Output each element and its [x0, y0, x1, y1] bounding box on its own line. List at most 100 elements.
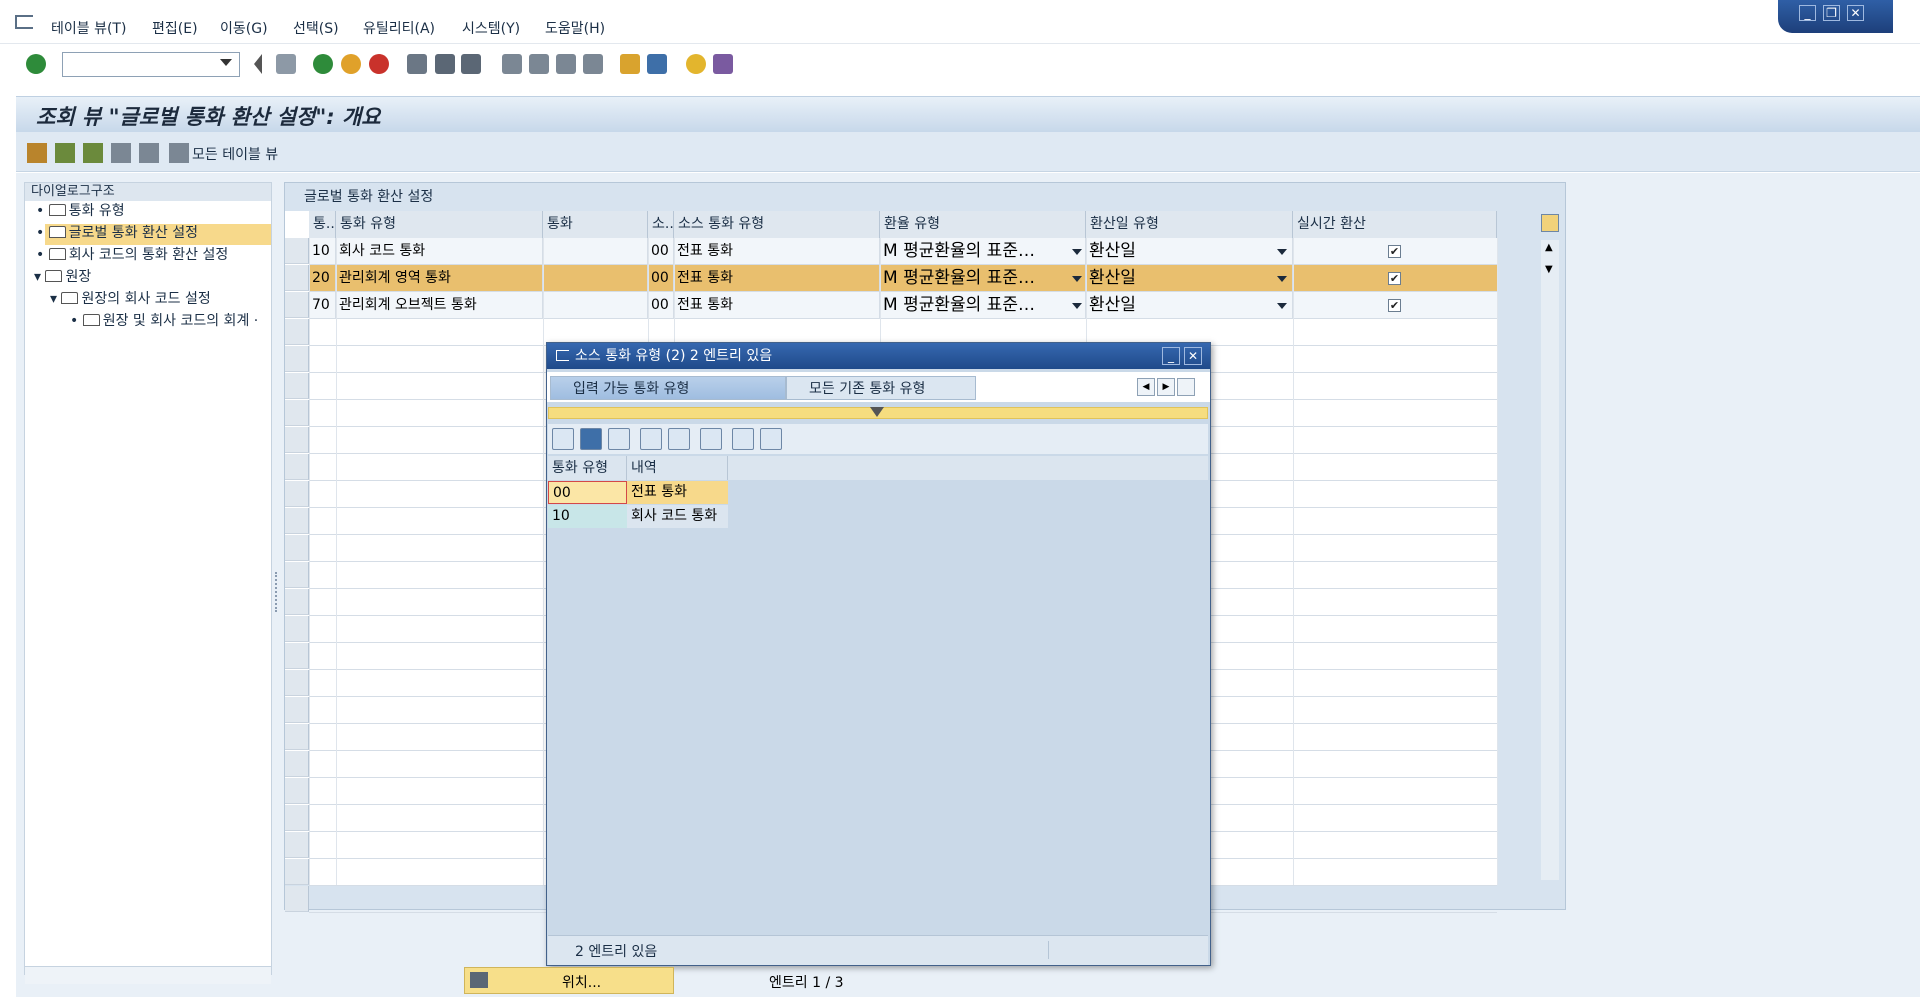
dialog-cell-desc-0[interactable]: 전표 통화 [627, 481, 728, 504]
tree-item-ledger[interactable]: ▾ 원장 [34, 267, 91, 287]
row-selector[interactable] [285, 535, 309, 561]
menu-table-view[interactable]: 테이블 뷰(T) [51, 18, 126, 38]
menu-goto[interactable]: 이동(G) [220, 18, 268, 38]
menu-edit[interactable]: 편집(E) [152, 18, 198, 38]
tree-item-company-conversion[interactable]: • 회사 코드의 통화 환산 설정 [36, 245, 228, 265]
table-cell-date[interactable]: 환산일 [1086, 265, 1293, 292]
deselect-all-icon[interactable] [111, 143, 131, 163]
back-icon[interactable] [313, 54, 333, 74]
row-selector[interactable] [285, 562, 309, 588]
tree-item-ledger-company[interactable]: ▾ 원장의 회사 코드 설정 [50, 289, 211, 309]
all-tables-icon[interactable] [169, 143, 189, 163]
col-header-currency-type[interactable]: 통화 유형 [336, 211, 543, 238]
dialog-col-description[interactable]: 내역 [627, 456, 728, 480]
menu-system[interactable]: 시스템(Y) [462, 18, 520, 38]
cancel-icon[interactable] [369, 54, 389, 74]
scroll-up-icon[interactable]: ▲ [1545, 242, 1553, 253]
menu-utilities[interactable]: 유틸리티(A) [363, 18, 435, 38]
select-all-icon[interactable] [55, 143, 75, 163]
row-selector[interactable] [285, 778, 309, 804]
command-dropdown-icon[interactable] [220, 59, 232, 66]
col-header-source-type[interactable]: 소스 통화 유형 [674, 211, 880, 238]
realtime-checkbox[interactable]: ✔ [1388, 299, 1401, 312]
row-selector[interactable] [285, 346, 309, 372]
command-field[interactable] [62, 52, 240, 77]
dialog-export-icon[interactable] [700, 428, 722, 450]
row-selector[interactable] [285, 832, 309, 858]
col-header-code[interactable]: 통.. [309, 211, 336, 238]
row-selector[interactable] [285, 319, 309, 345]
table-cell-date[interactable]: 환산일 [1086, 238, 1293, 265]
realtime-checkbox[interactable]: ✔ [1388, 272, 1401, 285]
table-settings-icon[interactable] [1541, 214, 1559, 232]
display-change-icon[interactable] [27, 143, 47, 163]
next-page-icon[interactable] [556, 54, 576, 74]
row-selector[interactable] [285, 373, 309, 399]
back-arrow-icon[interactable] [250, 54, 262, 74]
table-cell-rate[interactable]: M 평균환율의 표준… [880, 292, 1086, 319]
scroll-down-icon[interactable]: ▼ [1545, 264, 1553, 275]
last-page-icon[interactable] [583, 54, 603, 74]
rate-dropdown-icon[interactable] [1072, 249, 1082, 255]
position-icon[interactable] [470, 972, 488, 988]
row-selector[interactable] [285, 697, 309, 723]
row-selector[interactable] [285, 427, 309, 453]
dialog-confirm-icon[interactable] [552, 428, 574, 450]
row-selector[interactable] [285, 508, 309, 534]
exit-icon[interactable] [341, 54, 361, 74]
select-block-icon[interactable] [83, 143, 103, 163]
table-vertical-scrollbar[interactable] [1541, 240, 1559, 880]
tree-item-global-conversion[interactable]: • 글로벌 통화 환산 설정 [36, 223, 198, 243]
row-selector[interactable] [285, 859, 309, 885]
table-horizontal-scrollbar[interactable] [1497, 885, 1557, 905]
row-selector[interactable] [285, 238, 309, 264]
tab-all-currency-types[interactable]: 모든 기존 통화 유형 [786, 376, 976, 400]
variant-icon[interactable] [139, 143, 159, 163]
menu-exit-icon[interactable] [15, 15, 33, 29]
find-next-icon[interactable] [461, 54, 481, 74]
dialog-new-icon[interactable] [608, 428, 630, 450]
layout-menu-icon[interactable] [713, 54, 733, 74]
create-session-icon[interactable] [620, 54, 640, 74]
row-selector[interactable] [285, 400, 309, 426]
dialog-minimize-icon[interactable]: _ [1162, 347, 1180, 365]
splitter-handle[interactable] [275, 572, 279, 612]
col-header-date-type[interactable]: 환산일 유형 [1086, 211, 1293, 238]
tree-item-ledger-company-accounting[interactable]: • 원장 및 회사 코드의 회계 · [70, 311, 271, 331]
print-icon[interactable] [407, 54, 427, 74]
tab-list-icon[interactable] [1177, 378, 1195, 396]
previous-page-icon[interactable] [529, 54, 549, 74]
dialog-col-currency-type[interactable]: 통화 유형 [548, 456, 627, 480]
minimize-icon[interactable]: _ [1799, 5, 1816, 21]
tree-horizontal-scrollbar[interactable] [25, 966, 271, 984]
table-cell-rate[interactable]: M 평균환율의 표준… [880, 265, 1086, 292]
row-selector[interactable] [285, 292, 309, 318]
shortcut-icon[interactable] [647, 54, 667, 74]
all-table-views-button[interactable]: 모든 테이블 뷰 [192, 144, 278, 164]
row-selector[interactable] [285, 670, 309, 696]
dialog-cell-desc-1[interactable]: 회사 코드 통화 [627, 505, 728, 528]
row-selector[interactable] [285, 589, 309, 615]
dialog-settings-icon[interactable] [732, 428, 754, 450]
row-selector[interactable] [285, 751, 309, 777]
tab-right-icon[interactable]: ▶ [1157, 378, 1175, 396]
dialog-cell-code-1[interactable]: 10 [548, 505, 627, 528]
date-dropdown-icon[interactable] [1277, 249, 1287, 255]
tree-item-currency-type[interactable]: • 통화 유형 [36, 201, 125, 221]
row-selector[interactable] [285, 481, 309, 507]
col-header-rate-type[interactable]: 환율 유형 [880, 211, 1086, 238]
row-selector[interactable] [285, 265, 309, 291]
row-selector[interactable] [285, 643, 309, 669]
rate-dropdown-icon[interactable] [1072, 303, 1082, 309]
help-icon[interactable] [686, 54, 706, 74]
close-icon[interactable]: ✕ [1847, 5, 1864, 21]
row-selector[interactable] [285, 886, 309, 912]
date-dropdown-icon[interactable] [1277, 303, 1287, 309]
enter-check-icon[interactable] [26, 54, 46, 74]
first-page-icon[interactable] [502, 54, 522, 74]
col-header-source[interactable]: 소.. [648, 211, 674, 238]
position-button[interactable]: 위치... [562, 972, 601, 992]
dialog-close-icon[interactable]: ✕ [1184, 347, 1202, 365]
table-cell-rate[interactable]: M 평균환율의 표준… [880, 238, 1086, 265]
date-dropdown-icon[interactable] [1277, 276, 1287, 282]
